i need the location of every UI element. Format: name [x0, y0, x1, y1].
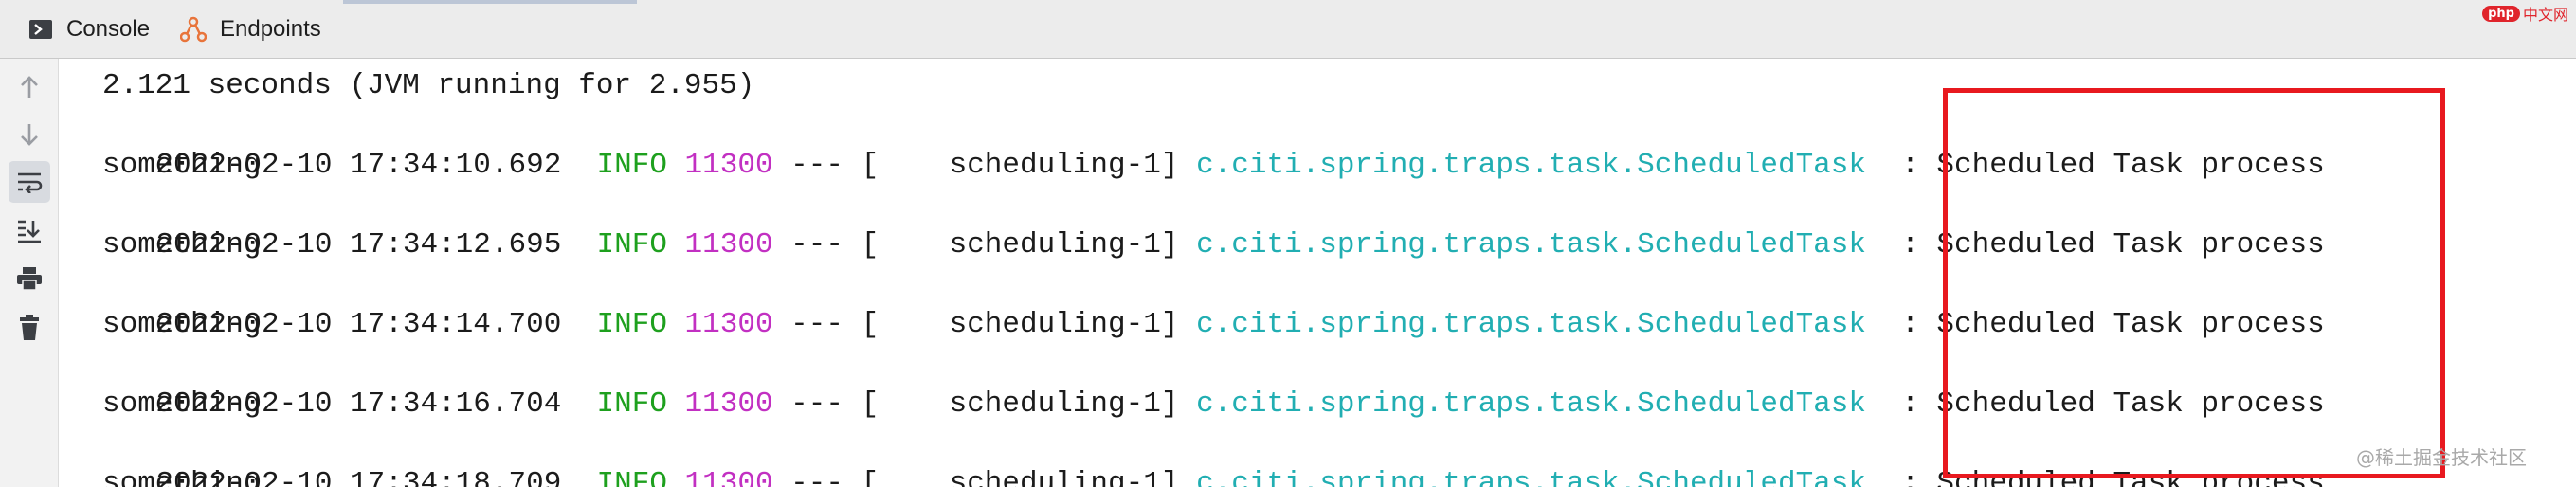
log-level: INFO: [596, 228, 667, 262]
log-continuation: something: [102, 308, 262, 341]
log-logger[interactable]: c.citi.spring.traps.task.ScheduledTask: [1196, 149, 1866, 182]
log-pid: 11300: [684, 467, 773, 487]
log-thread: scheduling-1]: [896, 149, 1179, 182]
log-separator: --- [: [790, 388, 880, 421]
print-button[interactable]: [9, 258, 50, 299]
log-level: INFO: [596, 467, 667, 487]
log-entry: 2022-02-10 17:34:10.692 INFO 11300 --- […: [85, 106, 2324, 182]
log-line: 2.121 seconds (JVM running for 2.955): [102, 69, 755, 102]
site-logo: php 中文网: [2482, 2, 2568, 25]
endpoints-icon: [180, 16, 207, 43]
scroll-up-icon: [21, 76, 38, 98]
log-separator: --- [: [790, 308, 880, 341]
log-pid: 11300: [684, 388, 773, 421]
log-level: INFO: [596, 308, 667, 341]
console-icon: [28, 19, 53, 40]
log-message: : Scheduled Task process: [1901, 388, 2325, 421]
log-pid: 11300: [684, 308, 773, 341]
log-entry: 2022-02-10 17:34:14.700 INFO 11300 --- […: [85, 265, 2324, 341]
scroll-to-end-icon: [18, 220, 41, 244]
soft-wrap-button[interactable]: [9, 161, 50, 203]
trash-icon: [20, 315, 39, 340]
log-thread: scheduling-1]: [896, 467, 1179, 487]
tab-console[interactable]: Console: [28, 0, 150, 59]
tab-endpoints-label: Endpoints: [220, 16, 321, 42]
tab-scroll-indicator: [343, 0, 637, 4]
scroll-down-button[interactable]: [9, 114, 50, 155]
log-logger[interactable]: c.citi.spring.traps.task.ScheduledTask: [1196, 467, 1866, 487]
log-message: : Scheduled Task process: [1901, 149, 2325, 182]
log-message: : Scheduled Task process: [1901, 308, 2325, 341]
scroll-down-icon: [21, 124, 38, 146]
log-separator: --- [: [790, 149, 880, 182]
log-thread: scheduling-1]: [896, 388, 1179, 421]
log-thread: scheduling-1]: [896, 308, 1179, 341]
log-level: INFO: [596, 149, 667, 182]
log-message: : Scheduled Task process: [1901, 467, 2325, 487]
log-logger[interactable]: c.citi.spring.traps.task.ScheduledTask: [1196, 308, 1866, 341]
console-output[interactable]: 2.121 seconds (JVM running for 2.955) 20…: [59, 59, 2576, 487]
log-message: : Scheduled Task process: [1901, 228, 2325, 262]
log-continuation: something: [102, 228, 262, 262]
print-icon: [17, 267, 42, 291]
log-entry: 2022-02-10 17:34:18.709 INFO 11300 --- […: [85, 424, 2324, 487]
tab-endpoints[interactable]: Endpoints: [180, 0, 321, 59]
log-continuation: something: [102, 149, 262, 182]
log-thread: scheduling-1]: [896, 228, 1179, 262]
log-pid: 11300: [684, 149, 773, 182]
clear-all-button[interactable]: [9, 307, 50, 349]
log-separator: --- [: [790, 228, 880, 262]
log-separator: --- [: [790, 467, 880, 487]
console-toolbar: [0, 59, 59, 487]
log-pid: 11300: [684, 228, 773, 262]
log-entry: 2022-02-10 17:34:16.704 INFO 11300 --- […: [85, 345, 2324, 421]
scroll-up-button[interactable]: [9, 66, 50, 108]
log-logger[interactable]: c.citi.spring.traps.task.ScheduledTask: [1196, 228, 1866, 262]
log-continuation: something: [102, 388, 262, 421]
watermark: @稀土掘金技术社区: [2356, 446, 2527, 469]
log-continuation: something: [102, 467, 262, 487]
soft-wrap-icon: [18, 172, 43, 193]
tool-window-tab-bar: Console Endpoints php 中文网: [0, 0, 2576, 59]
tab-console-label: Console: [66, 16, 151, 42]
log-logger[interactable]: c.citi.spring.traps.task.ScheduledTask: [1196, 388, 1866, 421]
scroll-to-end-button[interactable]: [9, 210, 50, 252]
log-entry: 2022-02-10 17:34:12.695 INFO 11300 --- […: [85, 186, 2324, 262]
log-level: INFO: [596, 388, 667, 421]
